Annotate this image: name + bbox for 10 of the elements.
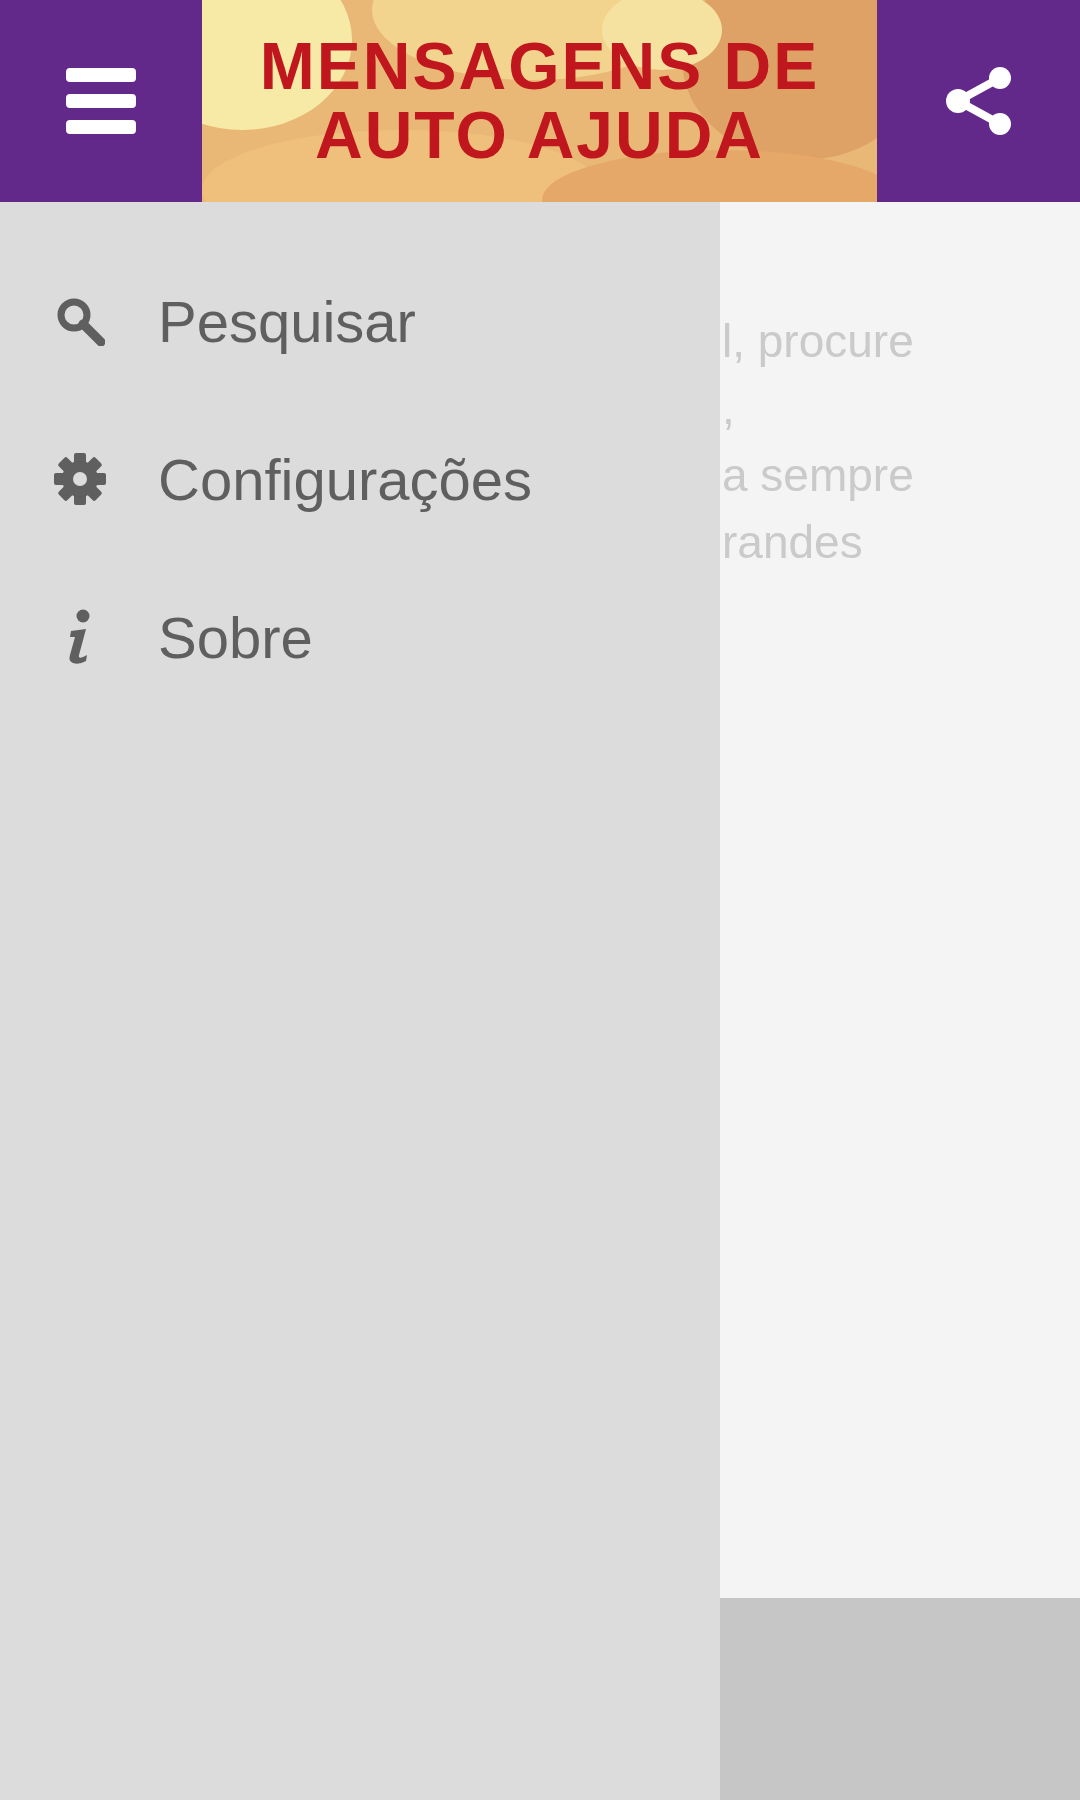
drawer-item[interactable]: Pesquisar [0,242,720,400]
app-title: AUTO AJUDA [314,101,764,171]
drawer-item[interactable]: Sobre [0,558,720,716]
app-title: MENSAGENS DE [259,31,820,101]
share-icon [943,66,1014,136]
menu-icon [66,66,136,136]
search-icon [55,296,105,346]
drawer-item[interactable]: Configurações [0,400,720,558]
gear-icon [53,452,107,506]
body-text: , [722,384,735,431]
